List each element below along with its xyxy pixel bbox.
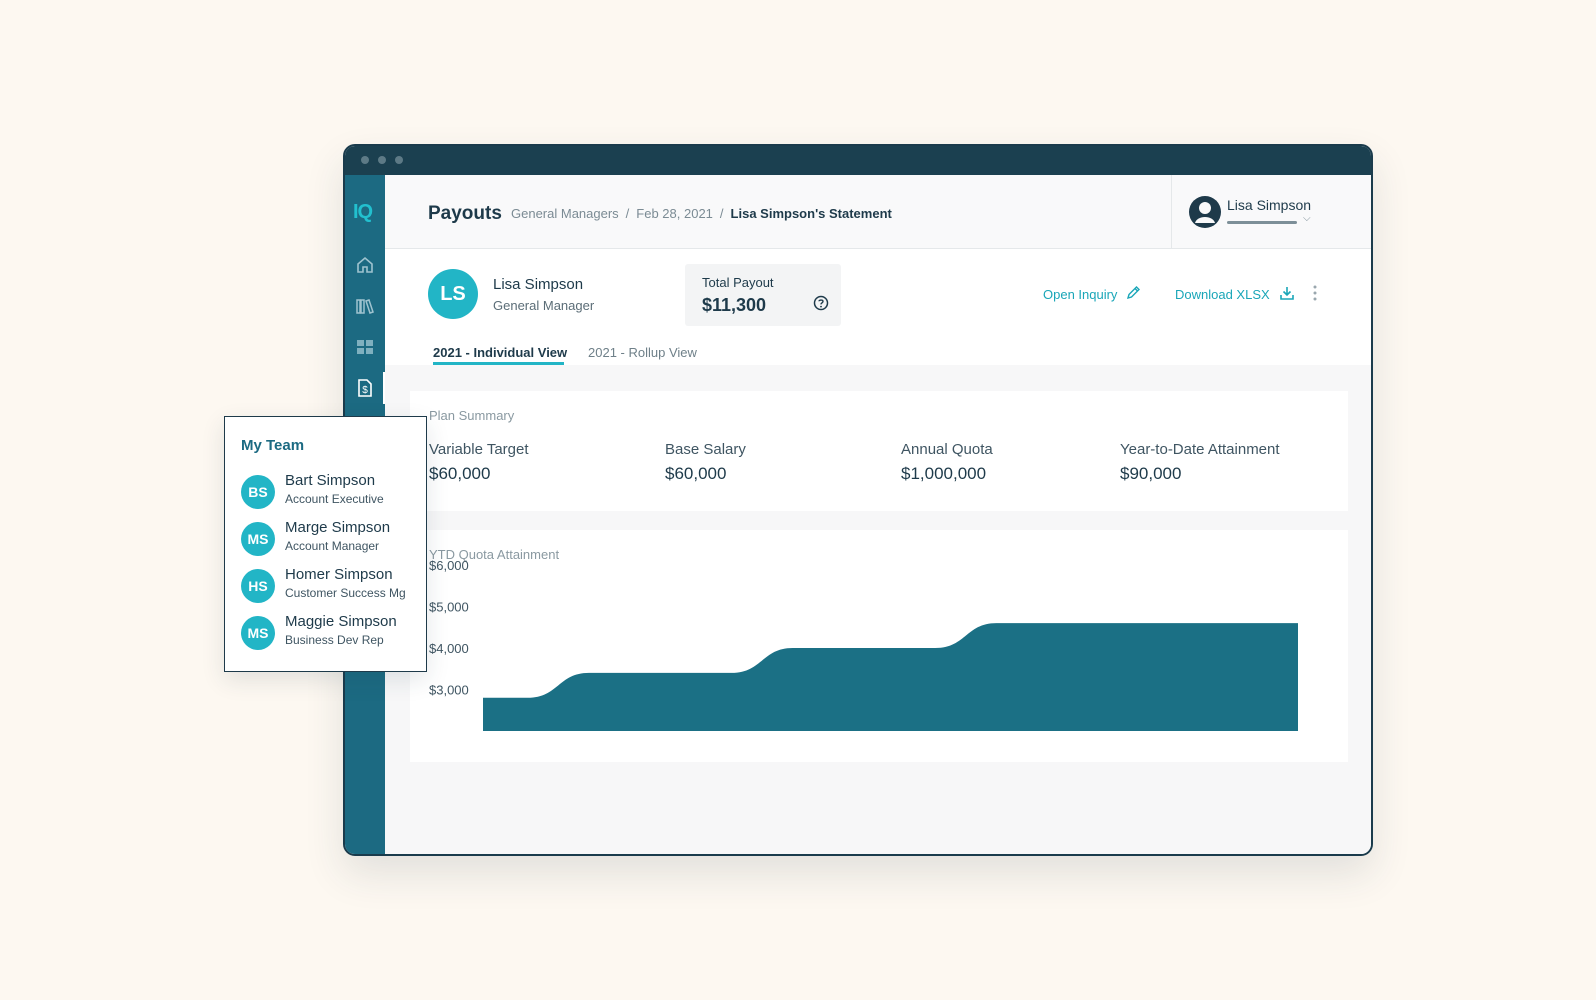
- team-member[interactable]: MS Marge Simpson Account Manager: [241, 518, 425, 558]
- metric-value: $60,000: [665, 464, 727, 483]
- member-role: Account Executive: [285, 492, 384, 506]
- open-inquiry-label: Open Inquiry: [1043, 286, 1118, 302]
- download-icon: [1279, 285, 1295, 304]
- member-name: Bart Simpson: [285, 472, 376, 489]
- page-header: Payouts General Managers / Feb 28, 2021 / Li…: [385, 175, 1371, 249]
- member-name: Homer Simpson: [285, 566, 393, 583]
- active-tab-indicator: [433, 362, 564, 365]
- user-menu[interactable]: Lisa Simpson ⌵: [1171, 175, 1371, 249]
- user-name: Lisa Simpson: [1227, 197, 1312, 213]
- breadcrumb: General Managers / Feb 28, 2021 / Lisa Simps…: [511, 206, 892, 221]
- my-team-panel: My Team BS Bart Simpson Account Executiv…: [224, 416, 427, 672]
- metric-base-salary: Base Salary $60,000: [665, 441, 746, 484]
- attainment-area: [483, 623, 1298, 731]
- total-payout-card: Total Payout $11,300: [685, 264, 841, 326]
- download-xlsx-button[interactable]: Download XLSX: [1175, 285, 1295, 304]
- breadcrumb-current: Lisa Simpson's Statement: [730, 206, 892, 221]
- team-member[interactable]: HS Homer Simpson Customer Success Mg: [241, 565, 425, 605]
- svg-text:$: $: [362, 385, 368, 396]
- metric-annual-quota: Annual Quota $1,000,000: [901, 441, 993, 484]
- profile-section: LS Lisa Simpson General Manager Total Pa…: [385, 249, 1371, 365]
- total-payout-value: $11,300: [702, 295, 767, 315]
- plan-summary-title: Plan Summary: [429, 408, 515, 423]
- main-content: Payouts General Managers / Feb 28, 2021 / Li…: [385, 175, 1371, 854]
- member-avatar: MS: [241, 522, 275, 556]
- window-titlebar: [345, 146, 1371, 175]
- member-role: Account Manager: [285, 539, 380, 553]
- user-avatar-icon: [1188, 195, 1222, 229]
- profile-name: Lisa Simpson: [493, 276, 584, 293]
- library-icon[interactable]: [355, 296, 375, 316]
- team-member[interactable]: MS Maggie Simpson Business Dev Rep: [241, 612, 425, 652]
- metric-label: Annual Quota: [901, 441, 993, 458]
- tab-rollup-view[interactable]: 2021 - Rollup View: [588, 345, 697, 360]
- member-avatar: MS: [241, 616, 275, 650]
- user-status-bar: [1227, 221, 1297, 224]
- metric-label: Variable Target: [429, 441, 529, 458]
- page-title: Payouts: [428, 203, 502, 224]
- app-logo[interactable]: IQ: [353, 201, 373, 224]
- member-avatar: HS: [241, 569, 275, 603]
- metric-value: $90,000: [1120, 464, 1182, 483]
- metric-variable-target: Variable Target $60,000: [429, 441, 529, 484]
- open-inquiry-button[interactable]: Open Inquiry: [1043, 285, 1141, 303]
- member-name: Marge Simpson: [285, 519, 391, 536]
- metric-label: Base Salary: [665, 441, 746, 458]
- breadcrumb-separator: /: [719, 206, 724, 221]
- member-avatar: BS: [241, 475, 275, 509]
- total-payout-label: Total Payout: [702, 275, 774, 290]
- metric-value: $60,000: [429, 464, 491, 483]
- my-team-title: My Team: [241, 437, 305, 454]
- y-tick-label: $3,000: [429, 683, 469, 698]
- help-icon[interactable]: [813, 295, 829, 311]
- quota-attainment-chart-card: YTD Quota Attainment $6,000 $5,000 $4,000 $3…: [410, 530, 1348, 762]
- y-tick-label: $6,000: [429, 558, 469, 573]
- member-role: Business Dev Rep: [285, 633, 384, 647]
- member-name: Maggie Simpson: [285, 613, 397, 630]
- tab-individual-view[interactable]: 2021 - Individual View: [433, 345, 567, 360]
- payout-document-icon[interactable]: $: [355, 372, 385, 404]
- window-maximize-dot[interactable]: [395, 156, 403, 164]
- plan-summary-card: Plan Summary Variable Target $60,000 Bas…: [410, 391, 1348, 511]
- chevron-down-icon[interactable]: ⌵: [1303, 213, 1311, 224]
- y-tick-label: $4,000: [429, 641, 469, 656]
- metric-value: $1,000,000: [901, 464, 987, 483]
- y-tick-label: $5,000: [429, 600, 469, 615]
- quota-attainment-chart: YTD Quota Attainment$6,000$5,000$4,000$3…: [429, 547, 1298, 731]
- breadcrumb-separator: /: [625, 206, 630, 221]
- home-icon[interactable]: [355, 255, 375, 275]
- breadcrumb-item[interactable]: Feb 28, 2021: [636, 206, 713, 221]
- avatar: LS: [428, 269, 478, 319]
- member-role: Customer Success Mg: [285, 586, 406, 600]
- more-options-icon[interactable]: [1312, 284, 1318, 302]
- app-window: IQ $ Payouts General Managers / Feb 28, 20…: [343, 144, 1373, 856]
- pencil-icon: [1126, 285, 1141, 303]
- profile-role: General Manager: [493, 298, 595, 313]
- window-close-dot[interactable]: [361, 156, 369, 164]
- window-minimize-dot[interactable]: [378, 156, 386, 164]
- breadcrumb-item[interactable]: General Managers: [511, 206, 619, 221]
- team-member[interactable]: BS Bart Simpson Account Executive: [241, 471, 425, 511]
- grid-icon[interactable]: [355, 337, 375, 357]
- metric-ytd-attainment: Year-to-Date Attainment $90,000: [1120, 441, 1280, 484]
- download-label: Download XLSX: [1175, 287, 1270, 302]
- metric-label: Year-to-Date Attainment: [1120, 441, 1280, 458]
